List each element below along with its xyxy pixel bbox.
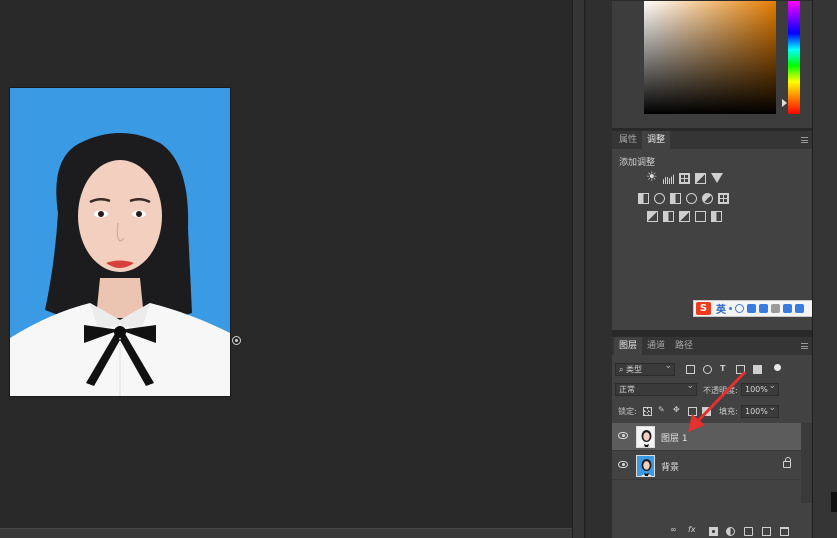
color-balance-icon[interactable] [654,193,665,204]
brightness-contrast-icon[interactable] [646,170,658,185]
layer-thumbnail-image [637,427,654,447]
ime-language-toggle[interactable]: 英 [716,301,726,316]
right-edge-marker [831,492,837,512]
new-group-icon[interactable] [744,527,753,536]
curves-icon[interactable] [679,173,690,184]
hue-saturation-icon[interactable] [638,193,649,204]
layer-name[interactable]: 图层 1 [661,431,688,444]
lock-artboard-icon[interactable] [688,407,697,416]
filter-toggle-icon[interactable] [774,364,781,371]
lock-all-icon[interactable] [702,407,711,416]
delete-layer-icon[interactable] [780,527,789,536]
ime-logo-icon[interactable]: S [696,302,711,315]
filter-type-icon[interactable]: T [720,364,725,373]
hue-slider-marker[interactable] [782,99,787,107]
search-icon: ⌕ [619,365,627,374]
adjustments-tabbar: 属性 调整 [612,131,812,149]
microphone-icon[interactable] [747,304,756,313]
layer-filter-dropdown[interactable]: ⌕ 类型 [615,361,675,376]
filter-pixel-icon[interactable] [686,365,695,374]
lock-position-icon[interactable]: ✥ [673,405,680,414]
black-white-icon[interactable] [670,193,681,204]
panel-dock-column [586,0,612,538]
transform-rotate-handle[interactable] [232,336,241,345]
blend-mode-dropdown[interactable]: 正常 [615,381,697,396]
blend-opacity-row: 正常 不透明度: 100% [612,381,812,399]
right-edge-strip [812,0,837,538]
color-field[interactable] [644,1,776,114]
shirt-icon[interactable] [783,304,792,313]
layer-thumbnail [636,426,655,448]
document-canvas[interactable] [0,0,572,528]
tab-paths[interactable]: 路径 [670,337,698,355]
threshold-icon[interactable] [679,211,690,222]
lock-transparent-icon[interactable] [643,407,652,416]
tab-adjustments[interactable]: 调整 [642,131,671,149]
layer-row[interactable]: 背景 [612,452,801,480]
tab-layers[interactable]: 图层 [614,337,643,355]
photoshop-window: 属性 调整 添加调整 S 英 [0,0,837,538]
tab-channels[interactable]: 通道 [642,337,670,355]
filter-smart-object-icon[interactable] [753,365,762,374]
punctuation-icon[interactable] [729,307,732,310]
fill-label: 填充: [719,407,738,416]
filter-kind-value: 类型 [626,365,643,374]
layer-name[interactable]: 背景 [661,460,679,473]
fill-input[interactable]: 100% [741,403,779,418]
grid-icon[interactable] [795,304,804,313]
tab-properties[interactable]: 属性 [614,131,642,149]
layer-thumbnail-image [637,456,654,476]
vibrance-icon[interactable] [711,173,723,183]
panel-menu-icon[interactable] [801,343,808,349]
posterize-icon[interactable] [663,211,674,222]
portrait-image [10,88,230,396]
layer-style-button[interactable]: fx [688,525,696,534]
color-lookup-icon[interactable] [718,193,729,204]
layers-panel: 图层 通道 路径 ⌕ 类型 T 正常 不透明度: 100% 锁定: [612,336,812,538]
new-adjustment-layer-icon[interactable] [726,527,735,536]
lock-fill-row: 锁定: ✎ ✥ 填充: 100% [612,403,812,421]
add-mask-icon[interactable] [709,527,718,536]
layer-thumbnail [636,455,655,477]
new-layer-icon[interactable] [762,527,771,536]
opacity-input[interactable]: 100% [741,381,779,396]
emoji-icon[interactable] [735,304,744,313]
levels-icon[interactable] [663,174,674,184]
panel-menu-icon[interactable] [801,137,808,143]
layers-scrollbar[interactable] [801,423,812,503]
filter-shape-icon[interactable] [736,365,745,374]
adjustments-row-3 [647,211,722,222]
keyboard-icon[interactable] [759,304,768,313]
adjustments-row-2 [638,193,729,204]
exposure-icon[interactable] [695,173,706,184]
filter-adjustment-icon[interactable] [703,365,712,374]
layer-filter-row: ⌕ 类型 T [612,361,812,379]
canvas-horizontal-scrollbar[interactable] [0,528,572,538]
adjustments-row-1 [646,170,723,185]
color-panel [612,0,812,128]
lock-label: 锁定: [618,407,637,416]
canvas-vertical-scrollbar[interactable] [572,0,585,538]
layers-footer: ∞ fx [612,523,812,538]
lock-icon [783,457,791,468]
layers-tabbar: 图层 通道 路径 [612,337,812,355]
layer-row[interactable]: 图层 1 [612,423,801,451]
hue-slider[interactable] [788,1,800,114]
selective-color-icon[interactable] [695,211,706,222]
link-layers-icon[interactable]: ∞ [670,525,677,534]
eye-icon[interactable] [618,461,628,468]
invert-icon[interactable] [647,211,658,222]
ime-toolbar[interactable]: S 英 [693,300,823,317]
id-photo-layer[interactable] [10,88,230,396]
skin-icon[interactable] [771,304,780,313]
photo-filter-icon[interactable] [686,193,697,204]
opacity-label: 不透明度: [703,386,738,395]
channel-mixer-icon[interactable] [702,193,713,204]
eye-icon[interactable] [618,432,628,439]
add-adjustment-label: 添加调整 [619,158,656,168]
lock-image-icon[interactable]: ✎ [658,405,665,414]
gradient-map-icon[interactable] [711,211,722,222]
